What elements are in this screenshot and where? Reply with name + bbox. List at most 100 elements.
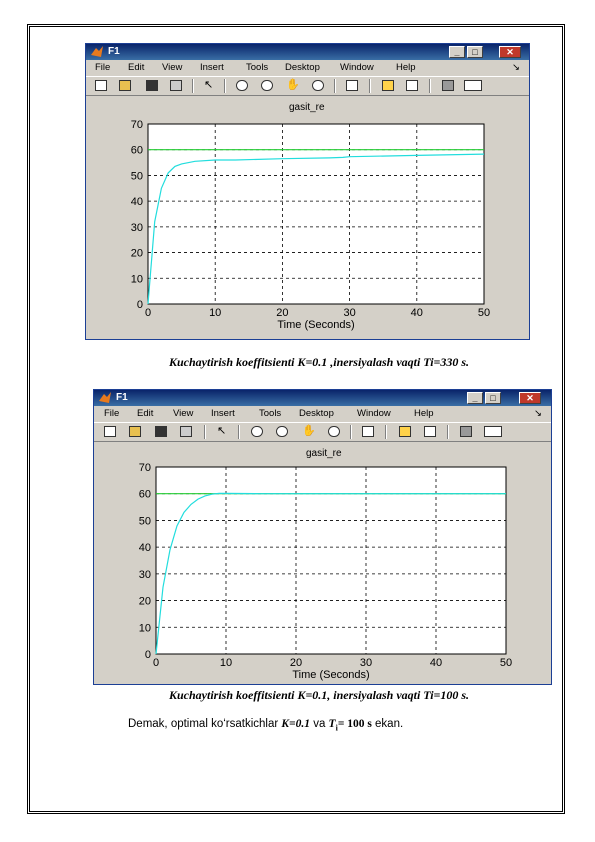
- menu-view[interactable]: View: [173, 408, 193, 419]
- show-tools-icon[interactable]: [484, 426, 502, 437]
- hide-tools-icon[interactable]: [442, 80, 454, 91]
- conclusion-text: Demak, optimal ko‘rsatkichlar K=0.1 va T…: [128, 718, 403, 732]
- zoom-out-icon[interactable]: [261, 80, 273, 91]
- print-icon[interactable]: [170, 80, 182, 91]
- matlab-logo-icon: [99, 392, 111, 403]
- figure-window-1: F1 _ □ ✕ File Edit View Insert Tools Des…: [85, 43, 530, 340]
- show-tools-icon[interactable]: [464, 80, 482, 91]
- save-icon[interactable]: [146, 80, 158, 91]
- legend-icon[interactable]: [424, 426, 436, 437]
- hide-tools-icon[interactable]: [460, 426, 472, 437]
- toolbar-separator: [192, 79, 194, 93]
- open-file-icon[interactable]: [119, 80, 131, 91]
- y-tick-label: 0: [145, 649, 151, 661]
- open-file-icon[interactable]: [129, 426, 141, 437]
- save-icon[interactable]: [155, 426, 167, 437]
- y-tick-label: 50: [131, 170, 143, 182]
- menu-file[interactable]: File: [95, 62, 110, 73]
- toolbar-separator: [238, 425, 240, 439]
- ti-value: = 100 s: [337, 718, 372, 730]
- menu-desktop[interactable]: Desktop: [299, 408, 334, 419]
- data-cursor-icon[interactable]: [346, 80, 358, 91]
- x-axis-label: Time (Seconds): [292, 669, 369, 681]
- menu-help[interactable]: Help: [414, 408, 434, 419]
- y-tick-label: 40: [139, 542, 151, 554]
- maximize-button[interactable]: □: [485, 392, 501, 404]
- toolbar-separator: [350, 425, 352, 439]
- zoom-in-icon[interactable]: [251, 426, 263, 437]
- plot-area: 0 10 20 30 40 50 0 10 20 30 40 50 60 70 Time (Seconds): [131, 119, 490, 331]
- menu-view[interactable]: View: [162, 62, 182, 73]
- y-tick-label: 50: [139, 515, 151, 527]
- menu-window[interactable]: Window: [340, 62, 374, 73]
- new-figure-icon[interactable]: [95, 80, 107, 91]
- toolbar-separator: [369, 79, 371, 93]
- menu-tools[interactable]: Tools: [259, 408, 281, 419]
- close-button[interactable]: ✕: [519, 392, 541, 404]
- x-tick-label: 20: [290, 657, 302, 669]
- conclusion-suffix: ekan.: [371, 718, 404, 730]
- menu-file[interactable]: File: [104, 408, 119, 419]
- y-tick-label: 30: [131, 222, 143, 234]
- pan-icon[interactable]: ✋: [302, 426, 316, 437]
- x-tick-label: 50: [478, 307, 490, 319]
- maximize-button[interactable]: □: [467, 46, 483, 58]
- rotate-icon[interactable]: [328, 426, 340, 437]
- x-tick-label: 40: [411, 307, 423, 319]
- menu-edit[interactable]: Edit: [128, 62, 144, 73]
- pan-icon[interactable]: ✋: [286, 80, 300, 91]
- minimize-button[interactable]: _: [449, 46, 465, 58]
- menu-window[interactable]: Window: [357, 408, 391, 419]
- k-value: K=0.1: [281, 718, 310, 730]
- window-title: F1: [116, 392, 128, 403]
- pointer-icon[interactable]: ↖: [204, 80, 216, 91]
- rotate-icon[interactable]: [312, 80, 324, 91]
- dock-arrow-icon[interactable]: ↘: [534, 408, 542, 419]
- menu-insert[interactable]: Insert: [211, 408, 235, 419]
- menu-bar: File Edit View Insert Tools Desktop Wind…: [86, 61, 529, 75]
- dock-arrow-icon[interactable]: ↘: [512, 62, 520, 73]
- ti-symbol: T: [328, 718, 336, 730]
- figure-caption-1: Kuchaytirish koeffitsienti K=0.1 ,inersi…: [169, 355, 470, 369]
- y-tick-label: 0: [137, 299, 143, 311]
- colorbar-icon[interactable]: [399, 426, 411, 437]
- x-tick-label: 0: [145, 307, 151, 319]
- y-tick-label: 20: [139, 596, 151, 608]
- toolbar-separator: [204, 425, 206, 439]
- x-tick-label: 10: [209, 307, 221, 319]
- matlab-logo-icon: [91, 46, 103, 57]
- menu-bar: File Edit View Insert Tools Desktop Wind…: [94, 407, 551, 421]
- x-tick-label: 30: [360, 657, 372, 669]
- pointer-icon[interactable]: ↖: [217, 426, 229, 437]
- title-bar[interactable]: F1 _ □ ✕: [86, 44, 529, 60]
- toolbar-separator: [385, 425, 387, 439]
- close-button[interactable]: ✕: [499, 46, 521, 58]
- legend-icon[interactable]: [406, 80, 418, 91]
- y-tick-label: 10: [139, 622, 151, 634]
- minimize-button[interactable]: _: [467, 392, 483, 404]
- toolbar-separator: [334, 79, 336, 93]
- new-figure-icon[interactable]: [104, 426, 116, 437]
- menu-help[interactable]: Help: [396, 62, 416, 73]
- menu-insert[interactable]: Insert: [200, 62, 224, 73]
- y-tick-label: 20: [131, 248, 143, 260]
- y-tick-label: 60: [131, 145, 143, 157]
- y-tick-label: 70: [131, 119, 143, 131]
- x-tick-label: 40: [430, 657, 442, 669]
- x-tick-label: 30: [343, 307, 355, 319]
- zoom-in-icon[interactable]: [236, 80, 248, 91]
- x-tick-label: 10: [220, 657, 232, 669]
- menu-edit[interactable]: Edit: [137, 408, 153, 419]
- menu-desktop[interactable]: Desktop: [285, 62, 320, 73]
- toolbar-separator: [429, 79, 431, 93]
- colorbar-icon[interactable]: [382, 80, 394, 91]
- x-tick-label: 0: [153, 657, 159, 669]
- data-cursor-icon[interactable]: [362, 426, 374, 437]
- print-icon[interactable]: [180, 426, 192, 437]
- axes-box: [147, 123, 485, 305]
- zoom-out-icon[interactable]: [276, 426, 288, 437]
- title-bar[interactable]: F1 _ □ ✕: [94, 390, 551, 406]
- toolbar: ↖ ✋: [86, 76, 529, 96]
- menu-tools[interactable]: Tools: [246, 62, 268, 73]
- conclusion-prefix: Demak, optimal ko‘rsatkichlar: [128, 718, 282, 730]
